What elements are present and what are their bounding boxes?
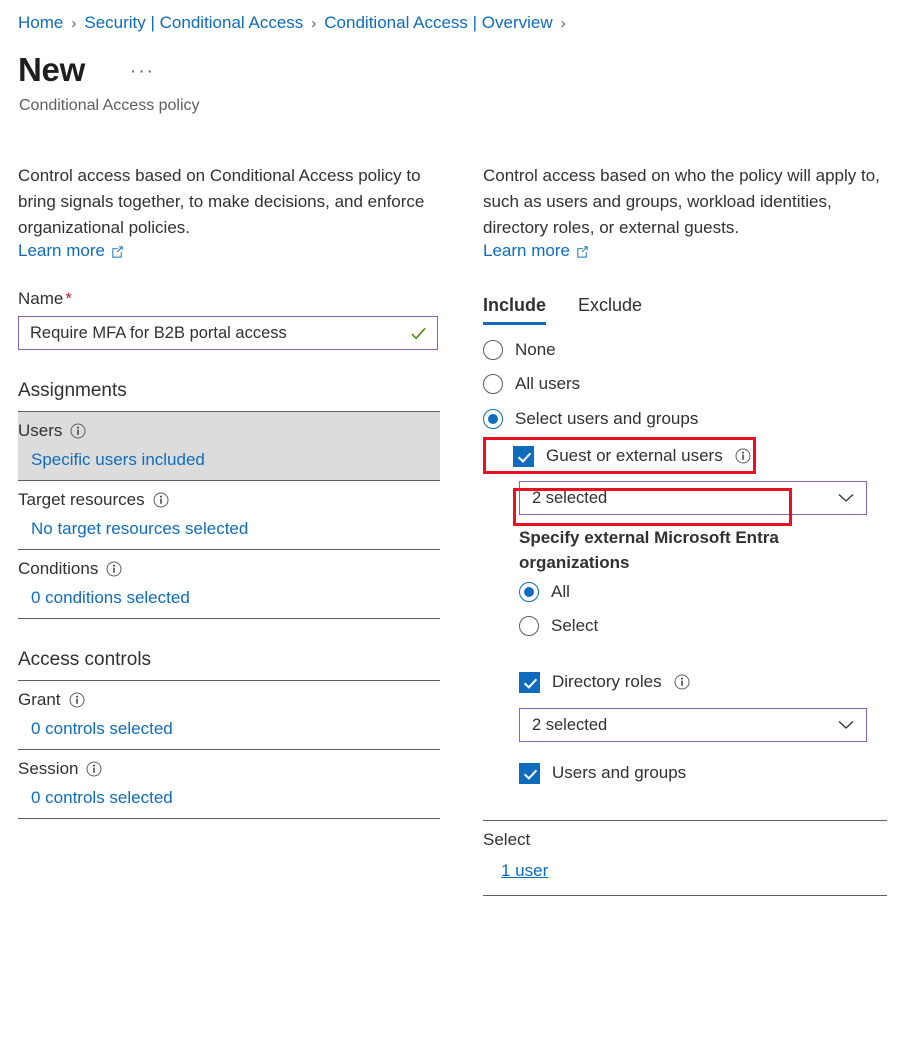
chevron-right-icon: › [561, 15, 566, 32]
control-row-session-value[interactable]: 0 controls selected [31, 788, 173, 808]
divider [18, 818, 440, 819]
more-options-icon[interactable]: ··· [130, 62, 155, 82]
validation-check-icon [410, 325, 427, 342]
right-panel: Control access based on who the policy w… [483, 163, 887, 896]
checkbox-directory-roles-label: Directory roles [552, 672, 662, 692]
radio-indicator[interactable] [519, 582, 539, 602]
divider [483, 895, 887, 896]
specify-external-orgs-heading: Specify external Microsoft Entra organiz… [519, 525, 849, 575]
row-label: Target resources [18, 490, 145, 510]
radio-indicator[interactable] [519, 616, 539, 636]
info-icon[interactable] [86, 761, 102, 777]
required-indicator: * [65, 289, 72, 308]
radio-option-all-users-label: All users [515, 374, 580, 394]
guest-or-external-users-dropdown[interactable]: 2 selected [519, 481, 867, 515]
assignment-row-target-resources[interactable]: Target resources No target resources sel… [18, 481, 440, 549]
info-icon[interactable] [69, 692, 85, 708]
checkbox-users-and-groups-label: Users and groups [552, 763, 686, 783]
assignment-row-conditions[interactable]: Conditions 0 conditions selected [18, 550, 440, 618]
page-title: New [18, 50, 85, 90]
control-row-grant[interactable]: Grant 0 controls selected [18, 681, 440, 749]
chevron-right-icon: › [311, 15, 316, 32]
learn-more-label: Learn more [18, 241, 105, 261]
assignment-row-conditions-value[interactable]: 0 conditions selected [31, 588, 190, 608]
chevron-down-icon [838, 493, 854, 503]
radio-option-org-all-label: All [551, 582, 570, 602]
name-input[interactable] [19, 317, 437, 349]
page-subtitle: Conditional Access policy [19, 97, 200, 115]
external-link-icon [575, 244, 590, 259]
checkbox-directory-roles[interactable]: Directory roles [519, 665, 887, 699]
assignment-row-target-resources-value[interactable]: No target resources selected [31, 519, 248, 539]
assignment-row-users[interactable]: Users Specific users included [18, 412, 440, 480]
control-row-session[interactable]: Session 0 controls selected [18, 750, 440, 818]
radio-indicator[interactable] [483, 374, 503, 394]
breadcrumb-item-conditional-access-overview[interactable]: Conditional Access | Overview [324, 13, 552, 33]
radio-indicator[interactable] [483, 340, 503, 360]
include-exclude-tabs: Include Exclude [483, 295, 887, 325]
info-icon[interactable] [70, 423, 86, 439]
row-label: Session [18, 759, 78, 779]
radio-option-all-users[interactable]: All users [483, 367, 887, 401]
name-input-wrapper[interactable] [18, 316, 438, 350]
left-panel: Control access based on Conditional Acce… [18, 163, 442, 819]
info-icon[interactable] [735, 448, 751, 464]
row-label: Conditions [18, 559, 98, 579]
breadcrumb: Home › Security | Conditional Access › C… [18, 10, 574, 36]
checkbox-guest-or-external-users-label: Guest or external users [546, 446, 723, 466]
checkbox-indicator[interactable] [519, 672, 540, 693]
directory-roles-dropdown-wrapper: 2 selected [519, 708, 887, 742]
breadcrumb-item-security-conditional-access[interactable]: Security | Conditional Access [84, 13, 303, 33]
control-row-session-title: Session [18, 759, 440, 779]
checkbox-indicator[interactable] [513, 446, 534, 467]
radio-option-org-select[interactable]: Select [519, 609, 887, 643]
info-icon[interactable] [106, 561, 122, 577]
radio-option-org-select-label: Select [551, 616, 598, 636]
learn-more-link-right[interactable]: Learn more [483, 241, 590, 261]
radio-option-select-users-and-groups[interactable]: Select users and groups [483, 401, 887, 437]
row-label: Grant [18, 690, 61, 710]
learn-more-link-left[interactable]: Learn more [18, 241, 125, 261]
learn-more-label: Learn more [483, 241, 570, 261]
assignment-row-users-value[interactable]: Specific users included [31, 450, 205, 470]
control-row-grant-title: Grant [18, 690, 440, 710]
control-row-grant-value[interactable]: 0 controls selected [31, 719, 173, 739]
checkbox-indicator[interactable] [519, 763, 540, 784]
right-intro-text: Control access based on who the policy w… [483, 163, 887, 241]
info-icon[interactable] [153, 492, 169, 508]
radio-option-none[interactable]: None [483, 333, 887, 367]
chevron-down-icon [838, 720, 854, 730]
row-label: Users [18, 421, 62, 441]
assignment-row-users-title: Users [18, 421, 440, 441]
external-link-icon [110, 244, 125, 259]
checkbox-guest-or-external-users[interactable]: Guest or external users [513, 437, 887, 475]
directory-roles-dropdown[interactable]: 2 selected [519, 708, 867, 742]
guest-dropdown-value: 2 selected [532, 489, 607, 508]
directory-roles-dropdown-value: 2 selected [532, 716, 607, 735]
name-field-label: Name* [18, 289, 442, 309]
assignment-row-target-resources-title: Target resources [18, 490, 440, 510]
select-section-value[interactable]: 1 user [501, 861, 548, 881]
tab-exclude[interactable]: Exclude [578, 295, 642, 325]
guest-dropdown-wrapper: 2 selected [519, 481, 887, 515]
assignments-heading: Assignments [18, 380, 442, 402]
radio-option-org-all[interactable]: All [519, 575, 887, 609]
left-intro-text: Control access based on Conditional Acce… [18, 163, 442, 241]
select-section-title: Select [483, 821, 887, 850]
assignment-row-conditions-title: Conditions [18, 559, 440, 579]
radio-option-select-users-and-groups-label: Select users and groups [515, 409, 698, 429]
radio-indicator[interactable] [483, 409, 503, 429]
checkbox-users-and-groups[interactable]: Users and groups [519, 756, 887, 790]
breadcrumb-item-home[interactable]: Home [18, 13, 63, 33]
divider [18, 618, 440, 619]
access-controls-heading: Access controls [18, 649, 442, 671]
chevron-right-icon: › [71, 15, 76, 32]
radio-option-none-label: None [515, 340, 556, 360]
tab-include[interactable]: Include [483, 295, 546, 325]
name-label-text: Name [18, 289, 63, 308]
info-icon[interactable] [674, 674, 690, 690]
